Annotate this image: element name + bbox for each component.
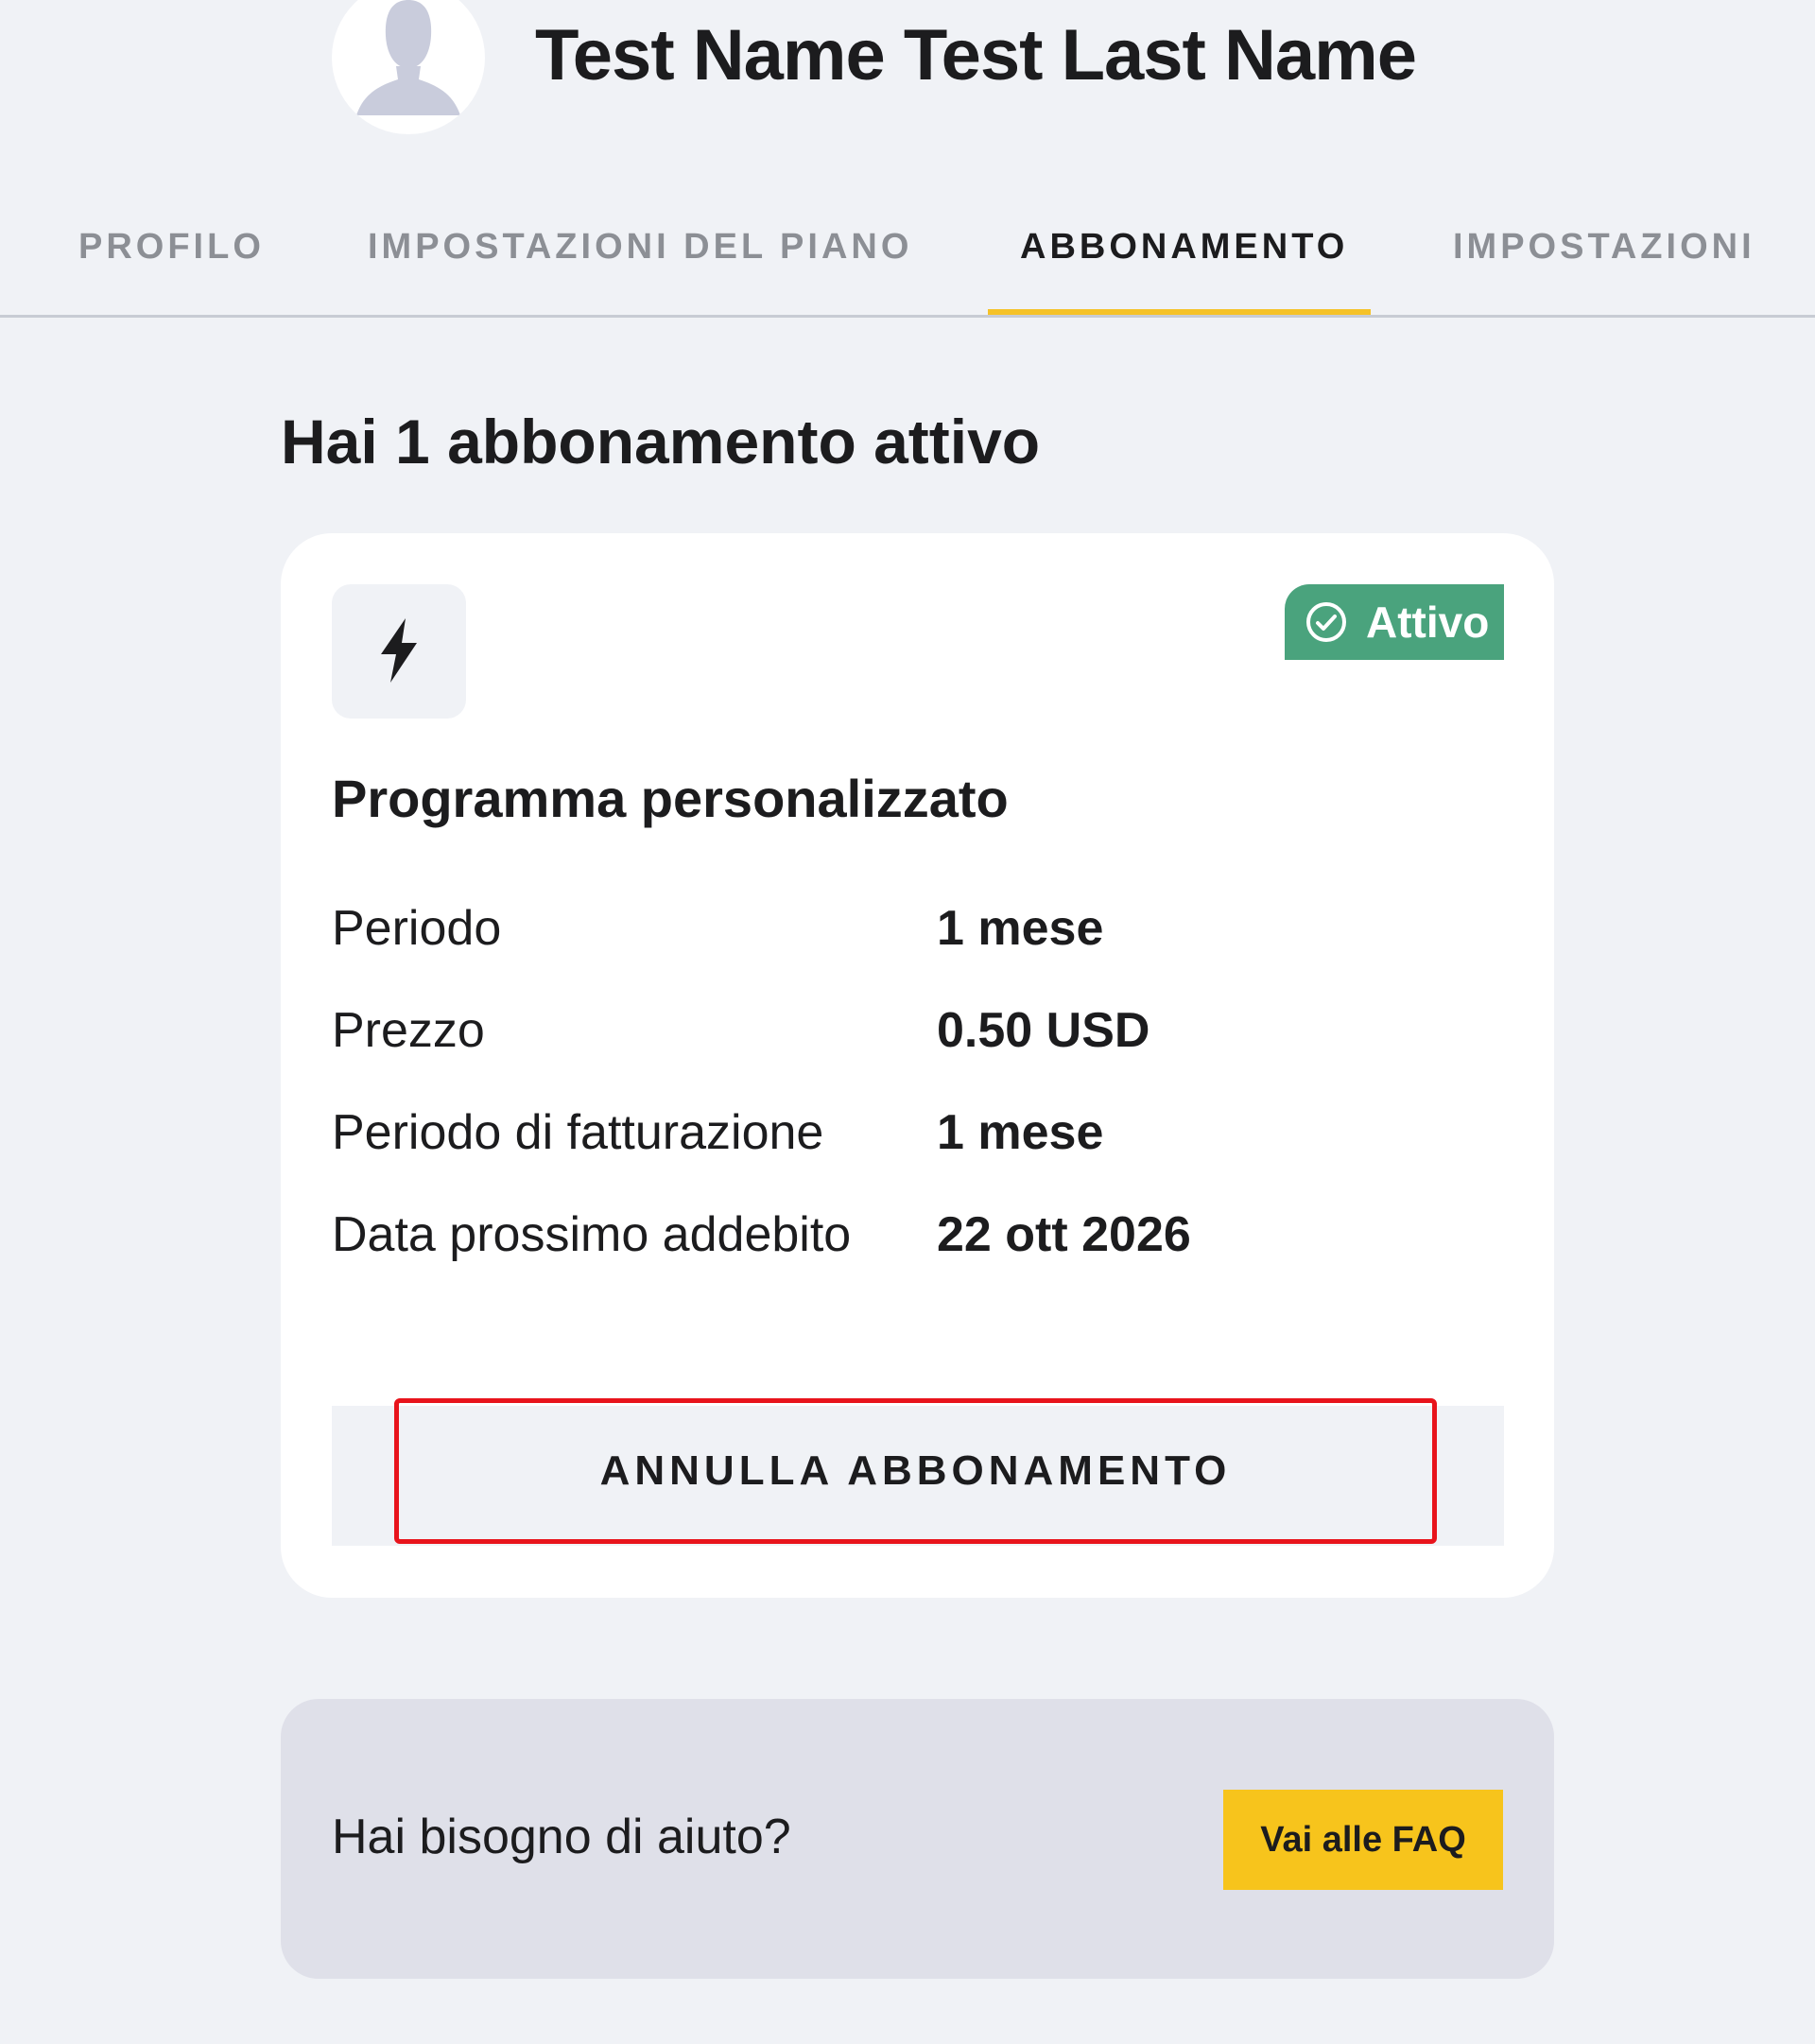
subscription-card: Attivo Programma personalizzato Periodo …: [281, 533, 1554, 1598]
plan-name: Programma personalizzato: [332, 769, 1009, 828]
detail-value: 1 mese: [937, 901, 1104, 956]
page-title: Hai 1 abbonamento attivo: [281, 407, 1041, 476]
tab-impostazioni-del-piano[interactable]: IMPOSTAZIONI DEL PIANO: [368, 208, 912, 315]
cancel-subscription-button[interactable]: ANNULLA ABBONAMENTO: [394, 1398, 1437, 1544]
detail-row-period: Periodo 1 mese: [332, 900, 1504, 1002]
detail-label: Periodo: [332, 901, 502, 956]
check-circle-icon: [1306, 602, 1346, 642]
user-silhouette-icon: [356, 0, 460, 115]
tab-bar: PROFILO IMPOSTAZIONI DEL PIANO ABBONAMEN…: [0, 208, 1815, 318]
detail-label: Periodo di fatturazione: [332, 1105, 824, 1160]
help-card: Hai bisogno di aiuto? Vai alle FAQ: [281, 1699, 1554, 1979]
lightning-bolt-icon: [381, 618, 417, 683]
faq-button[interactable]: Vai alle FAQ: [1223, 1790, 1503, 1890]
detail-value: 22 ott 2026: [937, 1207, 1191, 1262]
subscription-details: Periodo 1 mese Prezzo 0.50 USD Periodo d…: [332, 900, 1504, 1308]
profile-header: Test Name Test Last Name: [0, 0, 1815, 151]
user-name: Test Name Test Last Name: [535, 15, 1417, 95]
active-tab-indicator: [988, 309, 1371, 315]
help-text: Hai bisogno di aiuto?: [332, 1810, 791, 1864]
status-badge: Attivo: [1285, 584, 1504, 660]
cancel-area: ANNULLA ABBONAMENTO: [332, 1398, 1504, 1546]
avatar: [332, 0, 485, 134]
detail-label: Prezzo: [332, 1003, 485, 1058]
tab-abbonamento[interactable]: ABBONAMENTO: [1020, 208, 1348, 315]
plan-icon-container: [332, 584, 466, 719]
detail-row-next-charge-date: Data prossimo addebito 22 ott 2026: [332, 1206, 1504, 1308]
detail-value: 0.50 USD: [937, 1003, 1150, 1058]
detail-row-price: Prezzo 0.50 USD: [332, 1002, 1504, 1104]
detail-label: Data prossimo addebito: [332, 1207, 852, 1262]
detail-value: 1 mese: [937, 1105, 1104, 1160]
status-label: Attivo: [1366, 598, 1490, 647]
tab-profilo[interactable]: PROFILO: [78, 208, 265, 315]
tab-impostazioni[interactable]: IMPOSTAZIONI: [1453, 208, 1755, 315]
detail-row-billing-period: Periodo di fatturazione 1 mese: [332, 1104, 1504, 1206]
